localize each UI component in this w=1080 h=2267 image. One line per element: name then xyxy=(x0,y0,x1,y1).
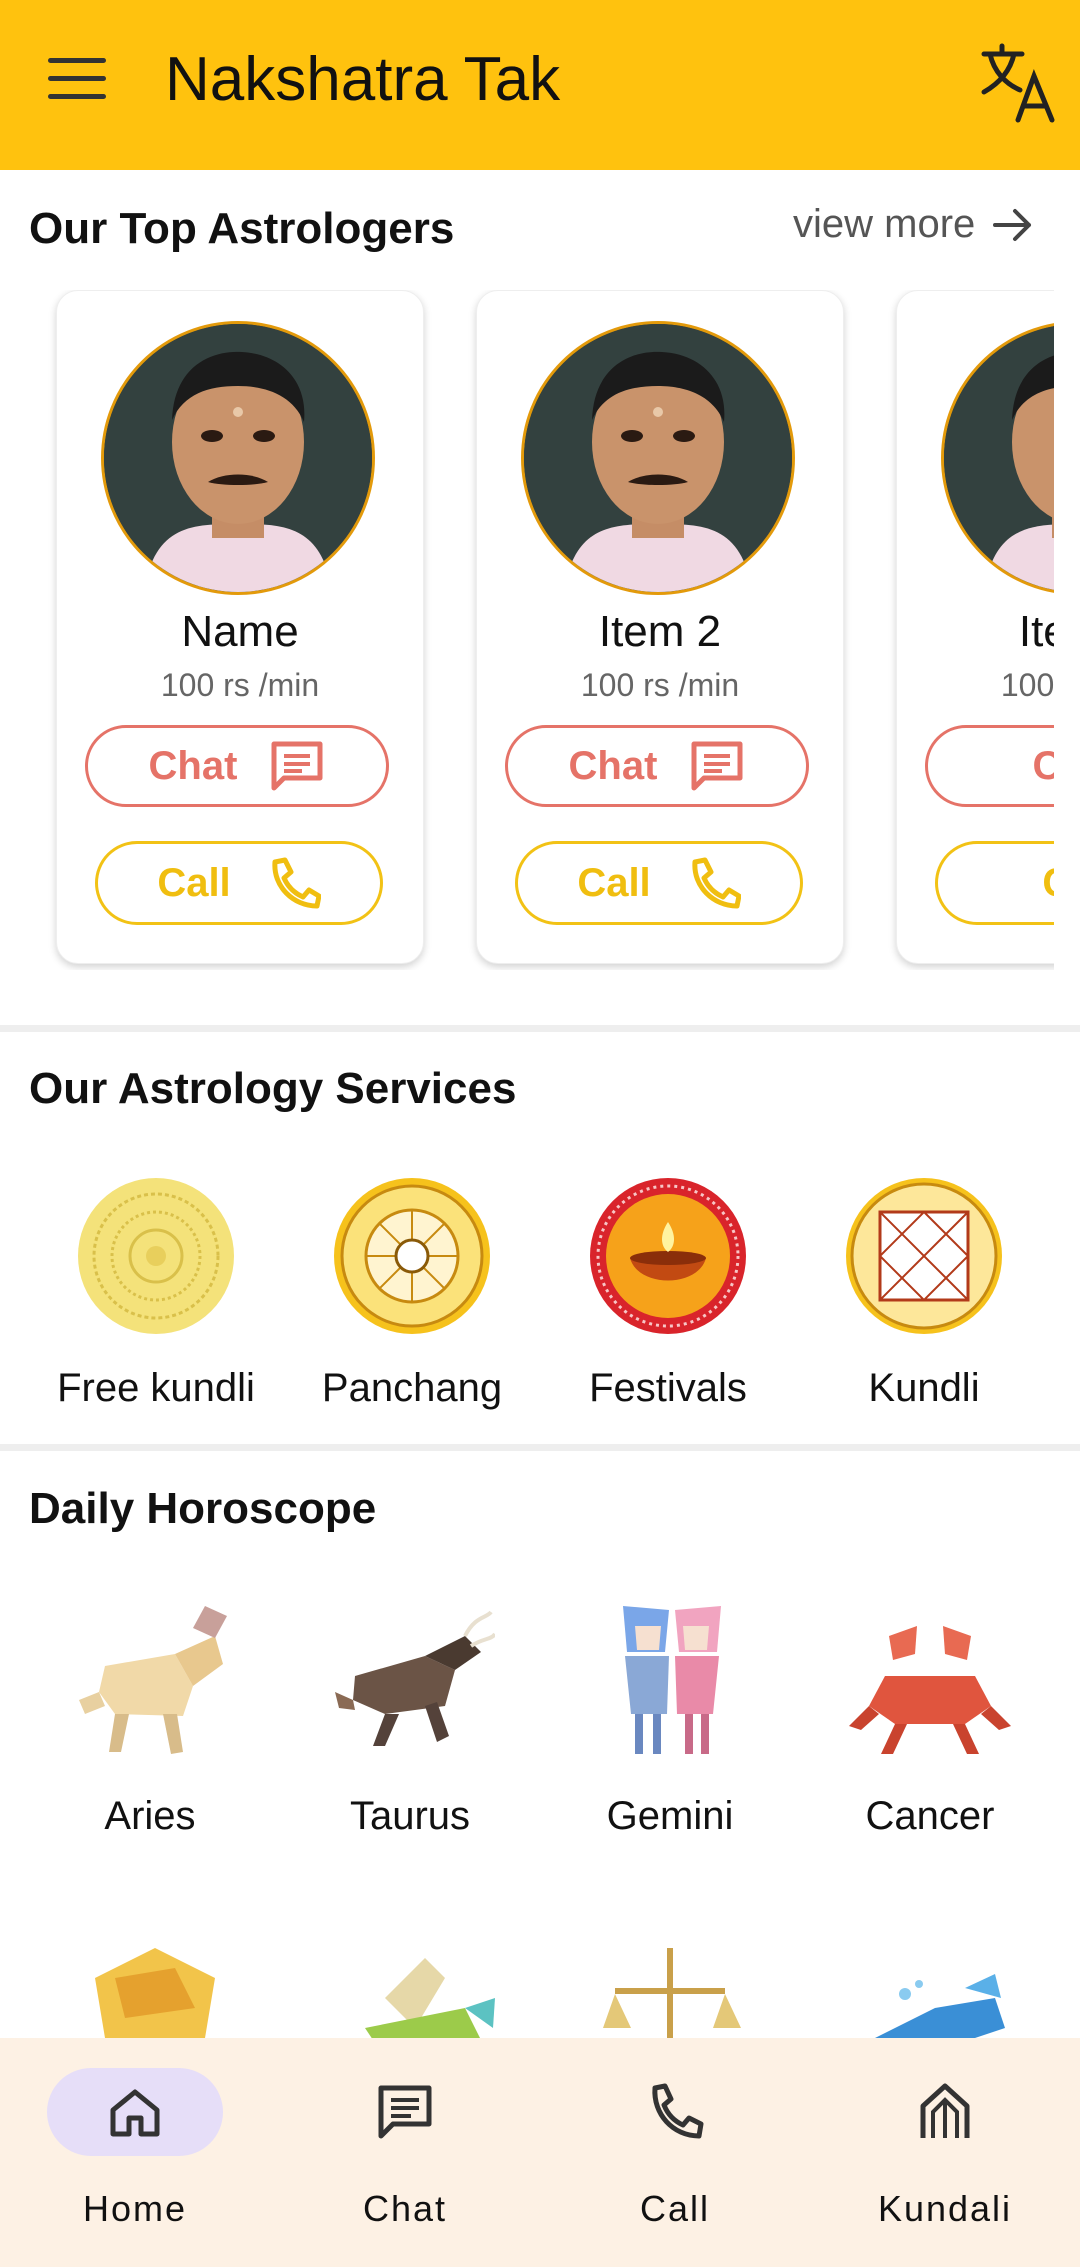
nav-kundali[interactable]: Kundali xyxy=(830,2068,1060,2248)
app-bar: Nakshatra Tak xyxy=(0,0,1080,170)
bottom-navigation: Home Chat Call Kundali xyxy=(0,2038,1080,2267)
kundli-chart-icon xyxy=(846,1178,1002,1334)
chat-button[interactable]: Chat xyxy=(505,725,809,807)
diya-lamp-icon xyxy=(590,1178,746,1334)
chat-button-label: Chat xyxy=(568,743,658,788)
view-more-label: view more xyxy=(793,202,976,246)
nav-label: Call xyxy=(639,2188,710,2229)
astrologer-name: Name xyxy=(181,607,299,656)
nav-home[interactable]: Home xyxy=(20,2068,250,2248)
phone-icon xyxy=(272,857,321,909)
gemini-twins-icon xyxy=(623,1606,721,1754)
taurus-bull-icon xyxy=(335,1610,495,1746)
section-divider xyxy=(0,1444,1080,1451)
nav-label: Home xyxy=(82,2188,188,2229)
translate-icon[interactable] xyxy=(980,42,1058,124)
zodiac-gemini[interactable]: Gemini xyxy=(550,1596,790,1876)
zodiac-label: Taurus xyxy=(349,1794,471,1838)
chat-icon xyxy=(691,741,743,791)
service-free-kundli[interactable]: Free kundli xyxy=(36,1168,276,1418)
call-button[interactable]: Call xyxy=(515,841,803,925)
service-kundli[interactable]: Kundli xyxy=(804,1168,1044,1418)
service-label: Kundli xyxy=(868,1366,980,1410)
zodiac-label: Gemini xyxy=(606,1794,734,1838)
astrologer-card[interactable]: Item 2 100 rs /min Chat Call xyxy=(476,290,844,964)
service-label: Free kundli xyxy=(57,1366,255,1410)
astrologer-avatar xyxy=(101,321,375,595)
cancer-crab-icon xyxy=(849,1626,1011,1754)
free-kundli-icon xyxy=(78,1178,234,1334)
nav-label: Chat xyxy=(362,2188,448,2229)
call-button-label: Call xyxy=(157,860,231,905)
chat-button[interactable]: Chat xyxy=(85,725,389,807)
zodiac-aries[interactable]: Aries xyxy=(30,1596,270,1876)
view-more-link[interactable]: view more xyxy=(793,202,1033,247)
services-title: Our Astrology Services xyxy=(29,1064,517,1113)
nav-call[interactable]: Call xyxy=(560,2068,790,2248)
astrologer-name: Item 3 xyxy=(1018,607,1054,656)
chat-button-label: Chat xyxy=(1032,743,1054,788)
astrologer-rate: 100 rs /min xyxy=(580,667,740,703)
zodiac-taurus[interactable]: Taurus xyxy=(290,1596,530,1876)
arrow-right-icon xyxy=(993,208,1032,241)
section-divider xyxy=(0,1025,1080,1032)
astrologer-carousel[interactable]: Name 100 rs /min Chat Call Item 2 100 rs… xyxy=(0,290,1054,970)
nav-label: Kundali xyxy=(877,2188,1013,2229)
service-label: Panchang xyxy=(321,1366,503,1410)
zodiac-label: Aries xyxy=(104,1794,196,1838)
panchang-icon xyxy=(334,1178,490,1334)
horoscope-title: Daily Horoscope xyxy=(29,1484,377,1533)
aries-ram-icon xyxy=(79,1606,227,1754)
app-title: Nakshatra Tak xyxy=(165,45,561,114)
call-button-label: Call xyxy=(577,860,651,905)
chat-button[interactable]: Chat xyxy=(925,725,1054,807)
astrologer-avatar xyxy=(521,321,795,595)
chat-icon xyxy=(271,741,323,791)
call-button[interactable]: Call xyxy=(935,841,1054,925)
astrologer-card[interactable]: Item 3 100 rs /min Chat Call xyxy=(896,290,1054,964)
kundali-icon xyxy=(920,2083,970,2138)
astrologer-card[interactable]: Name 100 rs /min Chat Call xyxy=(56,290,424,964)
home-icon xyxy=(110,2089,160,2137)
phone-icon xyxy=(652,2083,704,2139)
zodiac-label: Cancer xyxy=(865,1794,995,1838)
astrologer-rate: 100 rs /min xyxy=(1000,667,1054,703)
nav-chat[interactable]: Chat xyxy=(290,2068,520,2248)
astrologer-name: Item 2 xyxy=(598,607,722,656)
call-button-label: Call xyxy=(1042,861,1054,906)
service-festivals[interactable]: Festivals xyxy=(548,1168,788,1418)
chat-button-label: Chat xyxy=(148,743,238,788)
top-astrologers-title: Our Top Astrologers xyxy=(29,204,455,253)
call-button[interactable]: Call xyxy=(95,841,383,925)
hamburger-menu-icon[interactable] xyxy=(48,58,106,102)
chat-icon xyxy=(378,2085,432,2139)
astrologer-avatar xyxy=(941,321,1054,595)
zodiac-cancer[interactable]: Cancer xyxy=(810,1596,1050,1876)
service-label: Festivals xyxy=(589,1366,747,1410)
service-panchang[interactable]: Panchang xyxy=(292,1168,532,1418)
astrologer-rate: 100 rs /min xyxy=(160,667,320,703)
phone-icon xyxy=(692,857,741,909)
